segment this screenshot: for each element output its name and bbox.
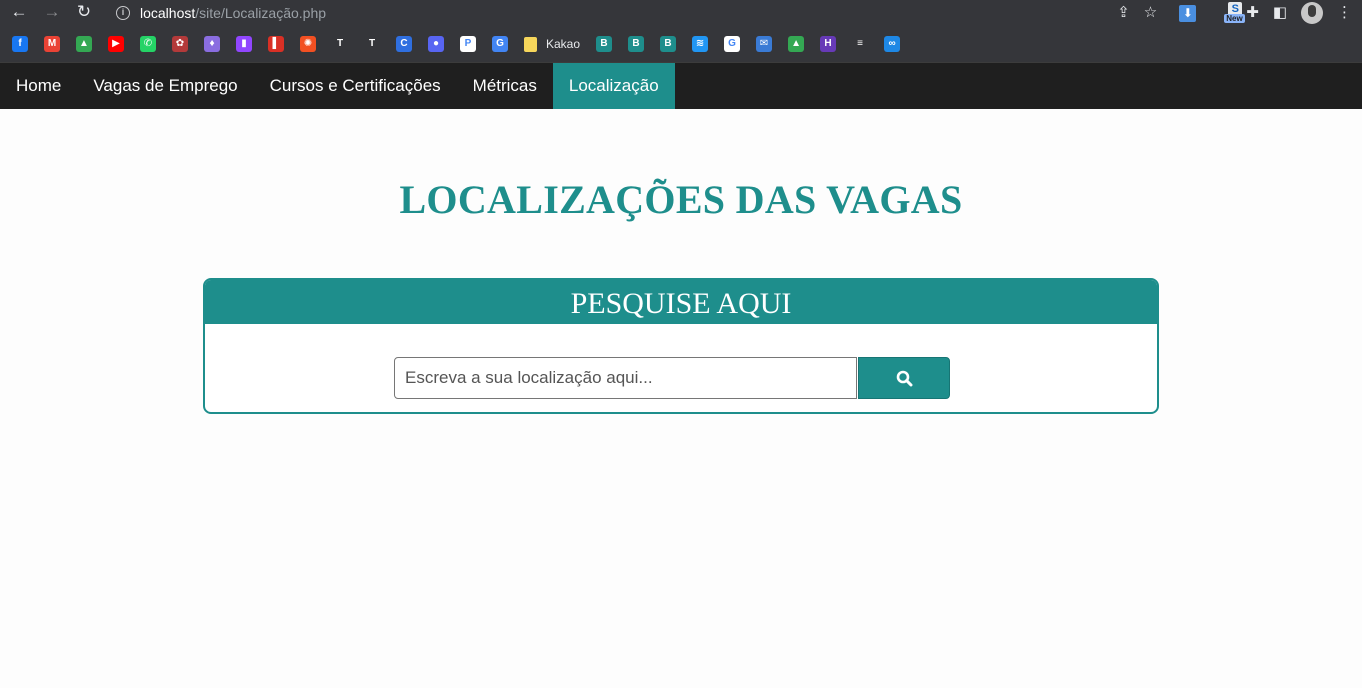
browser-chrome: ← → ↻ i localhost /site/Localização.php … [0, 0, 1362, 62]
site-navbar: Home Vagas de Emprego Cursos e Certificaçõ… [0, 62, 1362, 109]
folder-icon [524, 36, 537, 52]
nav-link-localizacao[interactable]: Localização [552, 63, 675, 109]
crystal-icon[interactable]: ♦ [204, 36, 220, 52]
tcs-icon[interactable]: T [332, 36, 348, 52]
address-bar[interactable]: i localhost /site/Localização.php [116, 3, 326, 23]
h-icon[interactable]: H [820, 36, 837, 52]
bookmarks-bar: f M ▲ ▶ ✆ ✿ ♦ ▮ ▌ ✺ T T C ● P G Kakao B B B ≋ G ✉ ▲ H ≡ ∞ [12, 33, 916, 55]
search-icon [896, 370, 912, 386]
nav-link-cursos-e-certificacoes[interactable]: Cursos e Certificações [254, 63, 457, 109]
search-card: PESQUISE AQUI [203, 278, 1159, 414]
bold-b-icon-2[interactable]: B [628, 36, 645, 52]
twitch-icon[interactable]: ▮ [236, 36, 252, 52]
search-form [394, 357, 950, 399]
side-panel-icon[interactable]: ◧ [1273, 3, 1287, 23]
new-badge: New [1224, 14, 1245, 23]
nav-link-metricas[interactable]: Métricas [457, 63, 553, 109]
tcs-icon-2[interactable]: T [364, 36, 380, 52]
browser-toolbar: ← → ↻ i localhost /site/Localização.php … [0, 0, 1362, 26]
url-path: /site/Localização.php [195, 5, 327, 21]
search-card-header: PESQUISE AQUI [205, 280, 1157, 324]
facebook-icon[interactable]: f [12, 36, 28, 52]
menu-kebab-icon[interactable]: ⋮ [1337, 3, 1352, 23]
translate-icon[interactable]: G [492, 36, 508, 52]
nav-link-home[interactable]: Home [0, 63, 77, 109]
stack-icon[interactable]: ≋ [692, 36, 709, 52]
anime-icon[interactable]: ✿ [172, 36, 188, 52]
toolbar-right-icons: ⇪ ☆ ⬇ S New ✚ ◧ ⋮ [1103, 2, 1352, 24]
whatsapp-icon[interactable]: ✆ [140, 36, 156, 52]
share-icon[interactable]: ⇪ [1117, 3, 1130, 23]
download-extension-icon[interactable]: ⬇ [1179, 4, 1197, 22]
search-button[interactable] [858, 357, 950, 399]
canva-icon[interactable]: C [396, 36, 412, 52]
link-icon[interactable]: ∞ [884, 36, 901, 52]
drive-icon[interactable]: ▲ [76, 36, 92, 52]
book-icon[interactable]: ▌ [268, 36, 284, 52]
bookmark-star-icon[interactable]: ☆ [1144, 3, 1157, 23]
drive-icon-2[interactable]: ▲ [788, 36, 805, 52]
text-logo-icon[interactable]: ≡ [852, 36, 869, 52]
google-icon[interactable]: G [724, 36, 741, 52]
page-title: LOCALIZAÇÕES DAS VAGAS [399, 177, 963, 222]
youtube-music-icon[interactable]: ▶ [108, 36, 124, 52]
chat-icon[interactable]: ✉ [756, 36, 773, 52]
pinwheel-icon[interactable]: ✺ [300, 36, 316, 52]
forward-arrow-icon[interactable]: → [42, 2, 62, 22]
bold-b-icon[interactable]: B [596, 36, 613, 52]
bookmark-kakao[interactable]: Kakao [524, 36, 581, 52]
reload-icon[interactable]: ↻ [74, 2, 94, 22]
bookmark-kakao-label: Kakao [546, 37, 581, 51]
bold-b-icon-3[interactable]: B [660, 36, 677, 52]
new-extension-icon[interactable]: S New [1210, 2, 1245, 24]
location-search-input[interactable] [394, 357, 857, 399]
pj-icon[interactable]: P [460, 36, 476, 52]
profile-avatar[interactable] [1301, 2, 1323, 24]
nav-link-vagas-de-emprego[interactable]: Vagas de Emprego [77, 63, 253, 109]
gmail-icon[interactable]: M [44, 36, 60, 52]
back-arrow-icon[interactable]: ← [9, 2, 29, 22]
url-host: localhost [140, 5, 196, 21]
extensions-puzzle-icon[interactable]: ✚ [1246, 3, 1259, 23]
site-info-icon[interactable]: i [116, 6, 130, 20]
discord-icon[interactable]: ● [428, 36, 444, 52]
